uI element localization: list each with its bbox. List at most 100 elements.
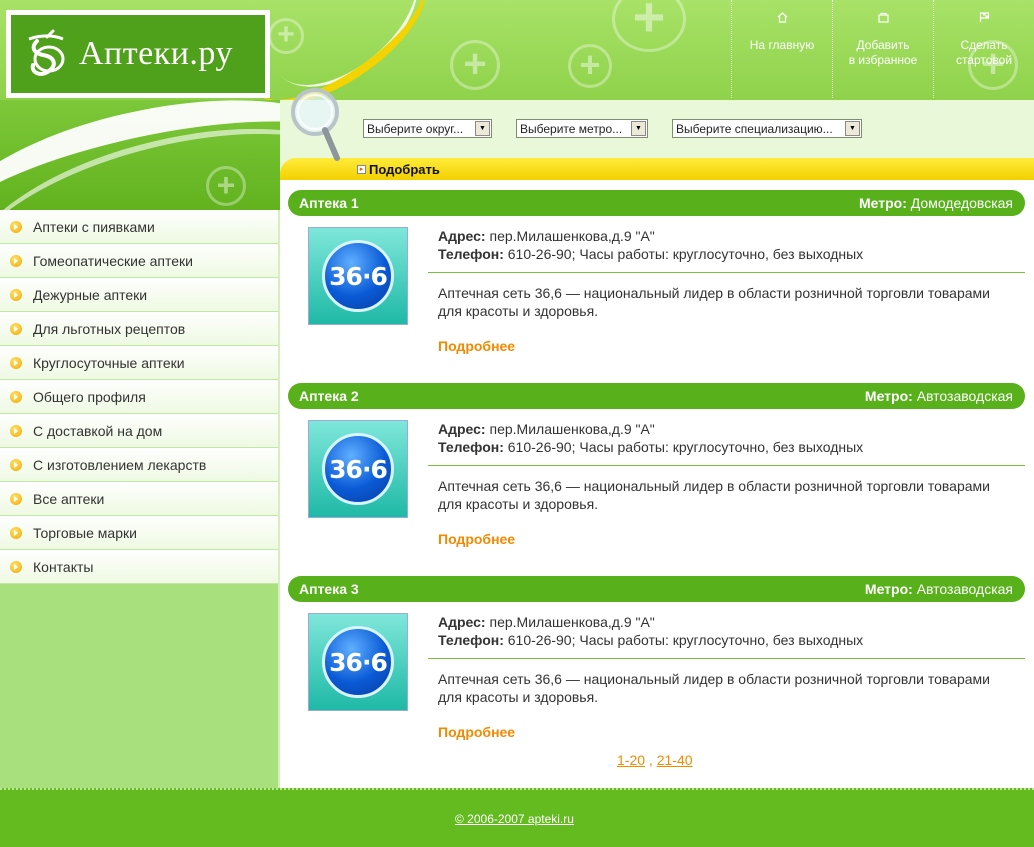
logo-panel: Аптеки.ру [11, 15, 265, 93]
sidebar-item-label: С доставкой на дом [33, 422, 163, 439]
sidebar-item-brands[interactable]: Торговые марки [0, 516, 278, 550]
pharmacy-contacts: Адрес: пер.Милашенкова,д.9 "А" Телефон: … [438, 227, 1025, 263]
chevron-down-icon: ▼ [475, 121, 490, 136]
sidebar-item-all[interactable]: Все аптеки [0, 482, 278, 516]
pharmacy-phone-line: Телефон: 610-26-90; Часы работы: круглос… [438, 631, 1025, 649]
pharmacy-phone-line: Телефон: 610-26-90; Часы работы: круглос… [438, 245, 1025, 263]
sidebar-item-contacts[interactable]: Контакты [0, 550, 278, 584]
sidebar-item-compounding[interactable]: С изготовлением лекарств [0, 448, 278, 482]
more-link[interactable]: Подробнее [438, 724, 515, 740]
more-link[interactable]: Подробнее [438, 531, 515, 547]
sidebar-item-label: Гомеопатические аптеки [33, 252, 193, 269]
sidebar-item-general[interactable]: Общего профиля [0, 380, 278, 414]
sidebar-menu: Аптеки с пиявками Гомеопатические аптеки… [0, 210, 278, 584]
pharmacy-card-header: Аптека 2 Метро: Автозаводская [288, 383, 1025, 409]
phone-label: Телефон: [438, 632, 504, 648]
magnifier-icon [289, 86, 349, 166]
metro-label: Метро: [864, 388, 913, 404]
pharmacy-name[interactable]: Аптека 3 [299, 581, 359, 597]
sidebar-item-label: С изготовлением лекарств [33, 456, 207, 473]
sidebar-item-on-duty[interactable]: Дежурные аптеки [0, 278, 278, 312]
copyright-link[interactable]: © 2006-2007 apteki.ru [455, 812, 574, 826]
flag-icon [934, 12, 1034, 28]
chevron-down-icon: ▼ [631, 121, 646, 136]
sidebar-item-label: Для льготных рецептов [33, 320, 186, 337]
search-submit-button[interactable]: ▸ Подобрать [357, 162, 440, 177]
top-navigation: На главную Добавить в избранное Сделать … [731, 0, 1034, 98]
sidebar-item-label: Торговые марки [33, 524, 137, 541]
page-link[interactable]: 21-40 [657, 752, 693, 768]
sidebar-item-24h[interactable]: Круглосуточные аптеки [0, 346, 278, 380]
sidebar-item-delivery[interactable]: С доставкой на дом [0, 414, 278, 448]
sidebar-item-leeches[interactable]: Аптеки с пиявками [0, 210, 278, 244]
page-separator: , [648, 752, 653, 768]
header-left-panel: + [0, 100, 280, 210]
phone-label: Телефон: [438, 246, 504, 262]
pagination: 1-20 , 21-40 [617, 752, 693, 768]
specialization-select[interactable]: Выберите специализацию... ▼ [672, 119, 862, 138]
homepage-label-2: стартовой [955, 53, 1013, 67]
pharmacy-logo-badge: 36·6 [322, 626, 394, 698]
pharmacy-contacts: Адрес: пер.Милашенкова,д.9 "А" Телефон: … [438, 613, 1025, 649]
bullet-arrow-icon [10, 220, 22, 233]
favorites-label: Добавить [856, 38, 910, 52]
pharmacy-metro: Метро: Автозаводская [865, 581, 1013, 597]
pharmacy-logo[interactable]: 36·6 [308, 613, 408, 711]
pharmacy-address: пер.Милашенкова,д.9 "А" [489, 228, 655, 244]
pharmacy-address-line: Адрес: пер.Милашенкова,д.9 "А" [438, 613, 1025, 631]
home-link[interactable]: На главную [731, 0, 832, 98]
bullet-arrow-icon [10, 356, 22, 369]
pharmacy-logo[interactable]: 36·6 [308, 227, 408, 325]
favorites-icon [833, 12, 933, 28]
pharmacy-card: Аптека 1 Метро: Домодедовская 36·6 Адрес… [288, 190, 1025, 383]
pharmacy-list: Аптека 1 Метро: Домодедовская 36·6 Адрес… [288, 190, 1025, 769]
make-homepage-link[interactable]: Сделать стартовой [933, 0, 1034, 98]
pharmacy-logo-badge: 36·6 [322, 240, 394, 312]
bullet-arrow-icon [10, 492, 22, 505]
sidebar-item-label: Аптеки с пиявками [33, 218, 155, 235]
bullet-arrow-icon [10, 390, 22, 403]
pharmacy-description: Аптечная сеть 36,6 — национальный лидер … [438, 671, 990, 705]
decorative-plus-icon: + [450, 40, 500, 90]
metro-select[interactable]: Выберите метро... ▼ [516, 119, 648, 138]
decorative-plus-icon: + [568, 44, 612, 88]
pharmacy-phone: 610-26-90; Часы работы: круглосуточно, б… [507, 632, 864, 648]
pharmacy-address: пер.Милашенкова,д.9 "А" [489, 421, 655, 437]
metro-label: Метро: [859, 195, 907, 211]
pharmacy-card-header: Аптека 3 Метро: Автозаводская [288, 576, 1025, 602]
more-link[interactable]: Подробнее [438, 338, 515, 354]
sidebar-item-preferential[interactable]: Для льготных рецептов [0, 312, 278, 346]
sidebar-item-label: Круглосуточные аптеки [33, 354, 185, 371]
home-icon [732, 12, 832, 28]
pharmacy-logo[interactable]: 36·6 [308, 420, 408, 518]
district-select[interactable]: Выберите округ... ▼ [363, 119, 492, 138]
bullet-arrow-icon [10, 322, 22, 335]
homepage-label: Сделать [960, 38, 1008, 52]
snake-bowl-icon [19, 25, 77, 83]
pharmacy-description: Аптечная сеть 36,6 — национальный лидер … [438, 478, 990, 512]
pharmacy-phone-line: Телефон: 610-26-90; Часы работы: круглос… [438, 438, 1025, 456]
sidebar-item-label: Все аптеки [33, 490, 105, 507]
address-label: Адрес: [438, 614, 486, 630]
page-link[interactable]: 1-20 [617, 752, 645, 768]
bullet-arrow-icon [10, 288, 22, 301]
decorative-plus-icon: + [612, 0, 686, 52]
add-to-favorites-link[interactable]: Добавить в избранное [832, 0, 933, 98]
metro-value: Автозаводская [916, 581, 1013, 597]
arrow-right-icon: ▸ [357, 165, 366, 174]
metro-value: Домодедовская [910, 195, 1013, 211]
home-label: На главную [749, 38, 815, 52]
pharmacy-name[interactable]: Аптека 2 [299, 388, 359, 404]
sidebar-item-homeopathic[interactable]: Гомеопатические аптеки [0, 244, 278, 278]
specialization-select-value: Выберите специализацию... [676, 122, 833, 136]
bullet-arrow-icon [10, 458, 22, 471]
site-logo[interactable]: Аптеки.ру [6, 10, 270, 98]
address-label: Адрес: [438, 421, 486, 437]
logo-text: Аптеки.ру [79, 35, 233, 72]
sidebar-item-label: Контакты [33, 558, 94, 575]
pharmacy-name[interactable]: Аптека 1 [299, 195, 359, 211]
pharmacy-address: пер.Милашенкова,д.9 "А" [489, 614, 655, 630]
pharmacy-card: Аптека 2 Метро: Автозаводская 36·6 Адрес… [288, 383, 1025, 576]
bullet-arrow-icon [10, 560, 22, 573]
bullet-arrow-icon [10, 424, 22, 437]
